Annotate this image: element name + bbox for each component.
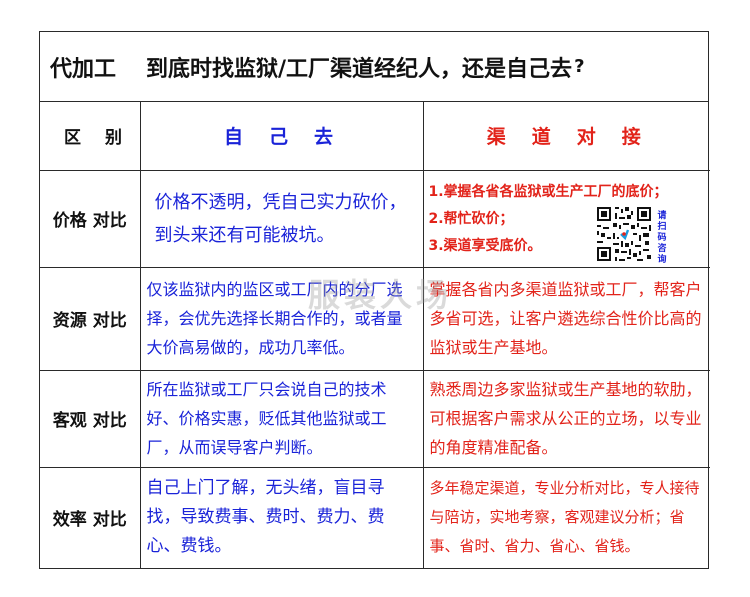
cell-self-price: 价格不透明，凭自己实力砍价，到头来还有可能被坑。 (139, 169, 424, 268)
table-header-row: 区别 自己去 渠道对接 (40, 102, 710, 171)
title-part2: 到底时找监狱/工厂渠道经纪人，还是自己去 (146, 56, 573, 82)
table-row: 资源 对比 仅该监狱内的监区或工厂内的分厂选择，会优先选择长期合作的，或者量大价… (40, 266, 710, 371)
qr-caption: 请扫码咨询 (657, 210, 667, 265)
cell-channel-resource: 掌握各省内多渠道监狱或工厂，帮客户多省可选，让客户遴选综合性价比高的监狱或生产基… (422, 266, 710, 371)
header-category: 区别 (40, 102, 141, 171)
cell-self-objective: 所在监狱或工厂只会说自己的技术好、价格实惠，贬低其他监狱或工厂，从而误导客户判断… (139, 369, 424, 468)
cell-channel-efficiency: 多年稳定渠道，专业分析对比，专人接待与陪访，实地考察，客观建议分析；省事、省时、… (422, 466, 710, 568)
cell-self-efficiency: 自己上门了解，无头绪，盲目寻找，导致费事、费时、费力、费心、费钱。 (139, 466, 424, 568)
title-question-mark: ? (574, 56, 585, 77)
page-title: 代加工 到底时找监狱/工厂渠道经纪人，还是自己去 ? (40, 32, 708, 102)
table-row: 效率 对比 自己上门了解，无头绪，盲目寻找，导致费事、费时、费力、费心、费钱。 … (40, 466, 710, 568)
comparison-table: 区别 自己去 渠道对接 价格 对比 价格不透明，凭自己实力砍价，到头来还有可能被… (40, 102, 710, 568)
header-self: 自己去 (139, 102, 424, 171)
cell-channel-objective: 熟悉周边多家监狱或生产基地的软肋，可根据客户需求从公正的立场，以专业的角度精准配… (422, 369, 710, 468)
table-row: 客观 对比 所在监狱或工厂只会说自己的技术好、价格实惠，贬低其他监狱或工厂，从而… (40, 369, 710, 468)
row-label-price: 价格 对比 (40, 169, 141, 268)
title-part1: 代加工 (50, 56, 117, 82)
row-label-resource: 资源 对比 (40, 266, 141, 371)
channel-price-line-1: 1.掌握各省各监狱或生产工厂的底价； (428, 183, 668, 200)
cell-self-resource: 仅该监狱内的监区或工厂内的分厂选择，会优先选择长期合作的，或者量大价高易做的，成… (139, 266, 424, 371)
table-row: 价格 对比 价格不透明，凭自己实力砍价，到头来还有可能被坑。 1.掌握各省各监狱… (40, 169, 710, 268)
qr-code-icon (594, 204, 653, 263)
cell-channel-price: 1.掌握各省各监狱或生产工厂的底价； 2.帮忙砍价； 3.渠道享受底价。 请扫码… (422, 169, 710, 268)
row-label-efficiency: 效率 对比 (40, 466, 141, 568)
header-channel: 渠道对接 (422, 102, 710, 171)
row-label-objective: 客观 对比 (40, 369, 141, 468)
comparison-table-frame: 代加工 到底时找监狱/工厂渠道经纪人，还是自己去 ? 区别 自己去 渠道对接 价… (39, 31, 710, 569)
